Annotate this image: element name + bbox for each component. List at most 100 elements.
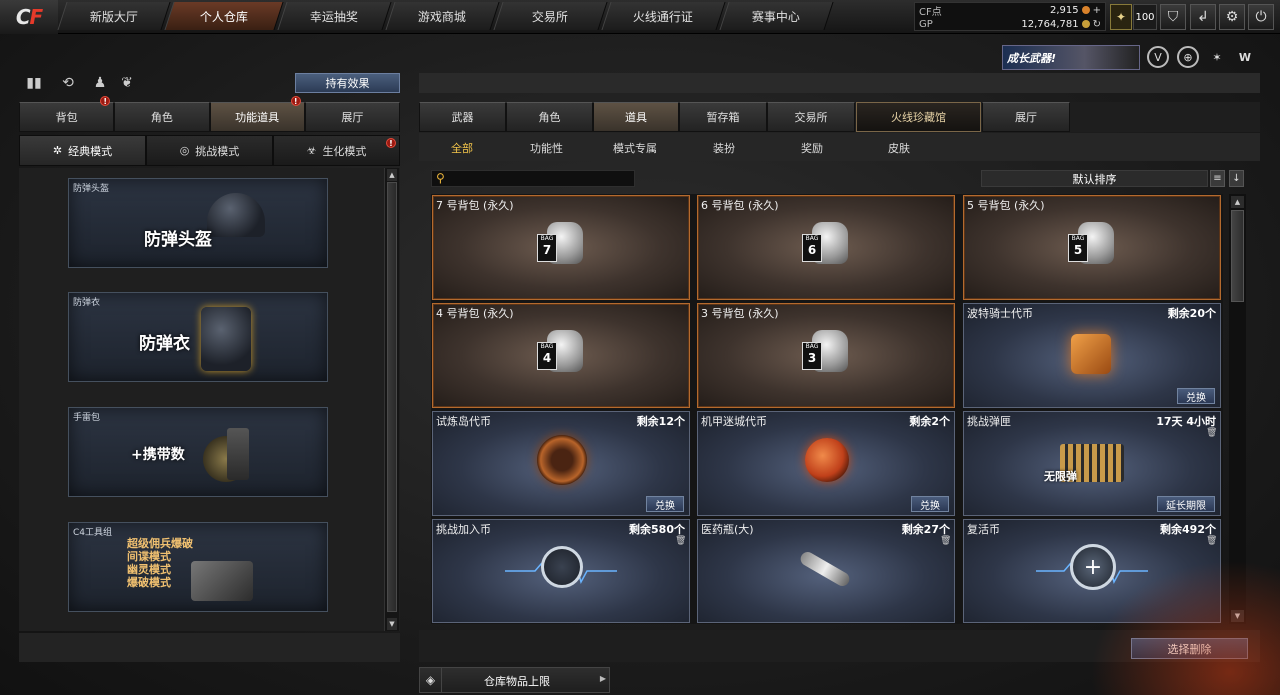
trash-icon[interactable]: 🗑 (1206, 428, 1217, 439)
growth-weapon-banner[interactable]: 成长武器! (1002, 45, 1140, 70)
holding-effect-button[interactable]: 持有效果 (295, 73, 400, 93)
nav-tab-shop[interactable]: 游戏商城 (385, 2, 500, 30)
pet-icon[interactable]: ❦ (117, 73, 137, 93)
power-icon[interactable]: ⏻ (1248, 4, 1274, 30)
search-icon: ⚲ (436, 171, 445, 185)
nav-tab-exchange[interactable]: 交易所 (493, 2, 608, 30)
crosshair-icon[interactable]: ⊕ (1177, 46, 1199, 68)
refresh-icon[interactable]: ↻ (1093, 19, 1101, 30)
biohazard-icon: ☣ (306, 144, 317, 157)
tab-backpack[interactable]: 背包 ! (19, 96, 115, 132)
item-card[interactable]: 机甲迷城代币 剩余2个 兑换 (697, 411, 955, 516)
expand-arrow-icon: ▶ (599, 674, 606, 683)
tab-character[interactable]: 角色 (114, 102, 210, 132)
scroll-up-icon[interactable]: ▲ (387, 169, 397, 181)
c4-toolkit-icon (191, 561, 253, 601)
tab-functional-items[interactable]: 功能道具 ! (209, 96, 305, 132)
grenade-pack-card[interactable]: 手雷包 +携带数 (68, 407, 328, 497)
item-card[interactable]: 试炼岛代币 剩余12个 兑换 (432, 411, 690, 516)
tab-exchange[interactable]: 交易所 (767, 102, 855, 132)
list-view-icon[interactable]: ≡ (1210, 170, 1225, 187)
select-delete-button[interactable]: 选择删除 (1131, 638, 1248, 659)
mode-tab-classic[interactable]: ✲ 经典模式 (19, 135, 146, 166)
nav-tab-lobby[interactable]: 新版大厅 (57, 2, 171, 30)
search-input[interactable]: ⚲ (431, 170, 635, 187)
left-footer (19, 633, 400, 662)
right-scrollbar[interactable]: ▲ ▼ (1229, 194, 1246, 624)
exchange-button[interactable]: 兑换 (1177, 388, 1215, 404)
exchange-button[interactable]: 兑换 (646, 496, 684, 512)
w-logo-icon[interactable]: W (1234, 46, 1256, 68)
subtab-mode-exclusive[interactable]: 模式专属 (613, 140, 657, 156)
nav-tab-warehouse[interactable]: 个人仓库 (164, 2, 284, 30)
subtab-functional[interactable]: 功能性 (530, 140, 563, 156)
cycle-icon[interactable]: ⟲ (58, 73, 78, 93)
left-scrollbar[interactable]: ▲ ▼ (384, 168, 399, 631)
scroll-down-icon[interactable]: ▼ (387, 618, 397, 630)
capacity-bar[interactable]: ◈ 仓库物品上限 ▶ (419, 667, 610, 693)
subtab-skins[interactable]: 皮肤 (888, 140, 910, 156)
medal-icon[interactable]: ⛉ (1160, 4, 1186, 30)
subtab-rewards[interactable]: 奖励 (801, 140, 823, 156)
nav-tab-lottery[interactable]: 幸运抽奖 (277, 2, 392, 30)
infinite-ammo-label: 无限弹 (1044, 470, 1077, 483)
tab-weapons[interactable]: 武器 (419, 102, 506, 132)
tab-showroom[interactable]: 展厅 (304, 102, 400, 132)
mode-tab-zombie[interactable]: ☣ 生化模式 ! (273, 135, 400, 166)
join-coin-icon (541, 546, 583, 588)
tab-storage[interactable]: 暂存箱 (679, 102, 767, 132)
armor-card[interactable]: 防弹衣 防弹衣 (68, 292, 328, 382)
exit-icon[interactable]: ↲ (1190, 4, 1216, 30)
trash-icon[interactable]: 🗑 (1206, 536, 1217, 547)
item-card[interactable]: 4 号背包 (永久) BAG 4 (432, 303, 690, 408)
c4-tool-card[interactable]: C4工具组 超级佣兵爆破 间谍模式 幽灵模式 爆破模式 (68, 522, 328, 612)
item-card[interactable]: 复活币 剩余492个 🗑 + (963, 519, 1221, 623)
item-card[interactable]: 6 号背包 (永久) BAG 6 (697, 195, 955, 300)
tab-right-showroom[interactable]: 展厅 (982, 102, 1070, 132)
character-icon[interactable]: ♟ (90, 73, 110, 93)
item-card[interactable]: 医药瓶(大) 剩余27个 🗑 (697, 519, 955, 623)
tab-collection[interactable]: 火线珍藏馆 (856, 102, 981, 132)
tab-items[interactable]: 道具 (593, 102, 679, 132)
mode-tab-challenge[interactable]: ◎ 挑战模式 (146, 135, 273, 166)
scroll-down-icon[interactable]: ▼ (1231, 610, 1244, 622)
item-card[interactable]: 挑战加入币 剩余580个 🗑 (432, 519, 690, 623)
subtab-all[interactable]: 全部 (451, 140, 473, 156)
stats-icon[interactable]: ▮▮ (24, 73, 44, 93)
tab-characters[interactable]: 角色 (506, 102, 593, 132)
bag-number: 3 (807, 351, 817, 365)
item-card[interactable]: 挑战弹匣 17天 4小时 🗑 无限弹 延长期限 (963, 411, 1221, 516)
item-quantity: 剩余20个 (1167, 307, 1216, 320)
sort-dropdown[interactable]: 默认排序 (981, 170, 1208, 187)
sort-direction-icon[interactable]: ↓ (1229, 170, 1244, 187)
right-scroll-thumb[interactable] (1231, 210, 1244, 302)
grenade-icon[interactable]: ✶ (1206, 46, 1228, 68)
trash-icon[interactable]: 🗑 (940, 536, 951, 547)
backpack-icon: BAG 6 (802, 220, 852, 270)
item-card[interactable]: 7 号背包 (永久) BAG 7 (432, 195, 690, 300)
backpack-icon: BAG 7 (537, 220, 587, 270)
subtab-cosmetic[interactable]: 装扮 (713, 140, 735, 156)
item-title: 7 号背包 (永久) (436, 199, 514, 212)
cf-logo[interactable]: CF (0, 0, 58, 34)
exchange-button[interactable]: 兑换 (911, 496, 949, 512)
helmet-card[interactable]: 防弹头盔 防弹头盔 (68, 178, 328, 268)
settings-icon[interactable]: ⚙ (1219, 4, 1245, 30)
layers-icon: ◈ (420, 668, 442, 692)
v-badge-icon[interactable]: V (1147, 46, 1169, 68)
card-caption: 防弹头盔 (73, 184, 110, 194)
scroll-up-icon[interactable]: ▲ (1231, 196, 1244, 208)
extend-button[interactable]: 延长期限 (1157, 496, 1215, 512)
trash-icon[interactable]: 🗑 (675, 536, 686, 547)
item-card[interactable]: 波特骑士代币 剩余20个 兑换 (963, 303, 1221, 408)
mode-tab-bar: ✲ 经典模式 ◎ 挑战模式 ☣ 生化模式 ! (19, 135, 400, 166)
item-card[interactable]: 5 号背包 (永久) BAG 5 (963, 195, 1221, 300)
add-icon[interactable]: + (1093, 5, 1101, 16)
item-card[interactable]: 3 号背包 (永久) BAG 3 (697, 303, 955, 408)
rank-icon[interactable]: ✦ (1110, 4, 1132, 30)
item-title: 挑战加入币 (436, 523, 491, 536)
left-scroll-thumb[interactable] (387, 182, 397, 612)
nav-tab-events[interactable]: 赛事中心 (719, 2, 834, 30)
trial-coin-icon (537, 435, 587, 485)
nav-tab-pass[interactable]: 火线通行证 (601, 2, 726, 30)
